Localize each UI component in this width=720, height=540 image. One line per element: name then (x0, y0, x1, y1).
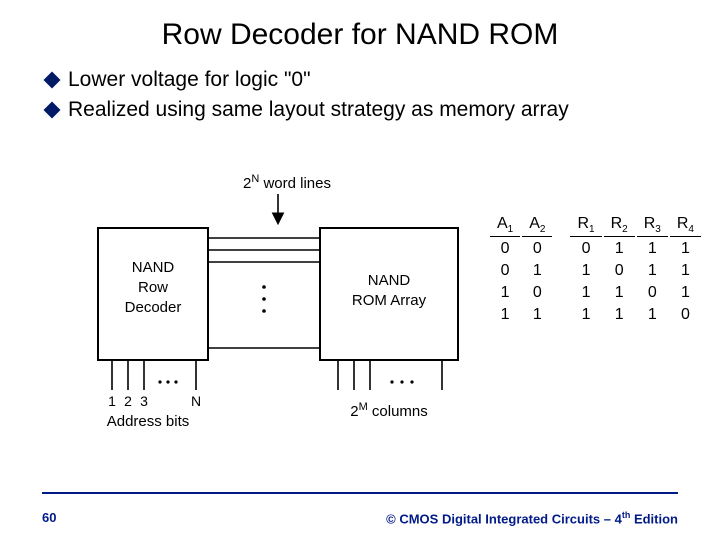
svg-text:3: 3 (140, 393, 148, 409)
svg-text:Address bits: Address bits (107, 413, 190, 430)
diamond-icon (44, 72, 61, 89)
copyright: © CMOS Digital Integrated Circuits – 4th… (386, 510, 678, 526)
svg-text:N: N (191, 393, 201, 409)
diagram-svg: 2N word lines NAND Row Decoder NAND ROM … (88, 172, 478, 452)
svg-text:NAND: NAND (132, 259, 175, 276)
truth-table: A1 A2 R1 R2 R3 R4 000111 011011 101101 1… (488, 212, 703, 327)
svg-text:ROM Array: ROM Array (352, 292, 427, 309)
slide-title: Row Decoder for NAND ROM (0, 0, 720, 66)
page-number: 60 (42, 510, 56, 526)
table-row: 000111 (490, 239, 701, 259)
table-row: 101101 (490, 283, 701, 303)
list-item: Lower voltage for logic "0" (46, 66, 684, 94)
bullet-text: Lower voltage for logic "0" (68, 66, 311, 94)
table-row: 111110 (490, 305, 701, 325)
svg-text:Decoder: Decoder (125, 299, 182, 316)
diamond-icon (44, 102, 61, 119)
svg-text:NAND: NAND (368, 272, 411, 289)
block-diagram: 2N word lines NAND Row Decoder NAND ROM … (88, 172, 658, 452)
svg-text:2M columns: 2M columns (350, 401, 428, 420)
footer-rule (42, 492, 678, 494)
svg-text:1: 1 (108, 393, 116, 409)
bullet-text: Realized using same layout strategy as m… (68, 96, 569, 124)
svg-text:Row: Row (138, 279, 168, 296)
bullet-list: Lower voltage for logic "0" Realized usi… (0, 66, 720, 125)
list-item: Realized using same layout strategy as m… (46, 96, 684, 124)
slide-footer: 60 © CMOS Digital Integrated Circuits – … (42, 510, 678, 526)
table-row: 011011 (490, 261, 701, 281)
svg-text:2: 2 (124, 393, 132, 409)
svg-text:2N word lines: 2N word lines (243, 173, 331, 192)
